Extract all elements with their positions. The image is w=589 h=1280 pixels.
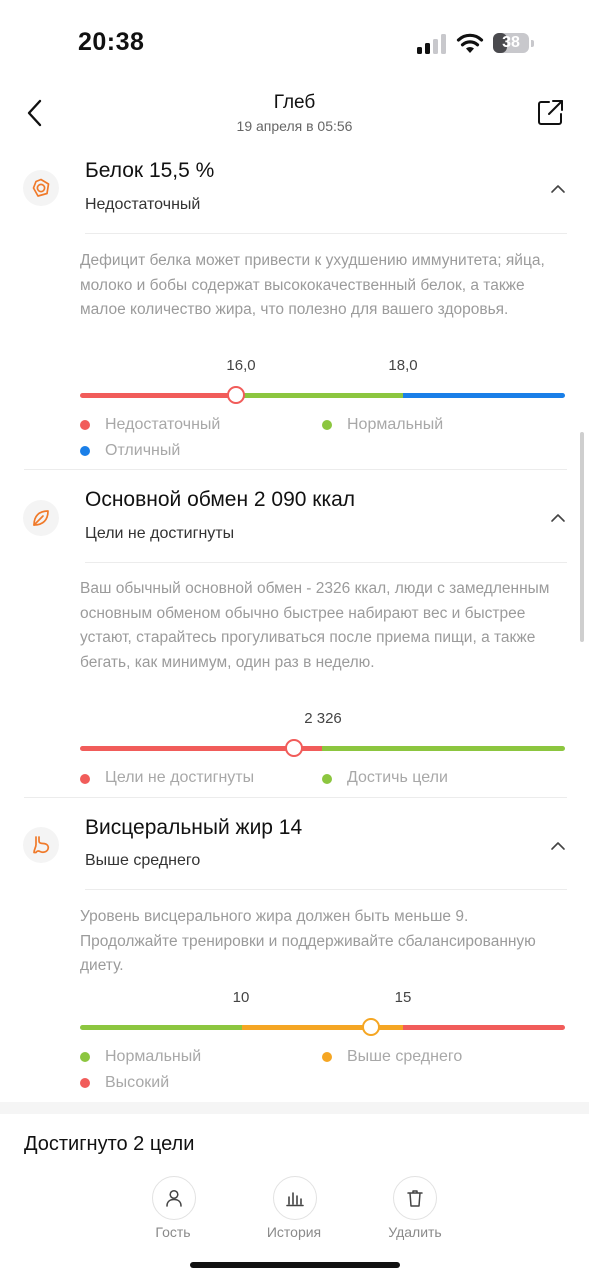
protein-icon xyxy=(23,170,59,206)
scrollbar[interactable] xyxy=(580,432,584,642)
delete-label[interactable]: Удалить xyxy=(365,1224,465,1240)
legend-dot xyxy=(322,420,332,430)
protein-value-marker xyxy=(227,386,245,404)
section-separator xyxy=(0,1102,589,1114)
legend-label: Отличный xyxy=(105,442,181,459)
leaf-icon xyxy=(23,500,59,536)
legend-label: Нормальный xyxy=(347,416,444,433)
bmr-tick-1: 2 326 xyxy=(304,710,342,727)
visceral-fat-value-marker xyxy=(362,1018,380,1036)
share-icon[interactable] xyxy=(537,99,564,126)
visceral-fat-title: Висцеральный жир 14 xyxy=(85,816,303,839)
legend-label: Цели не достигнуты xyxy=(105,769,255,786)
cellular-signal-icon xyxy=(417,34,446,54)
page-subtitle: 19 апреля в 05:56 xyxy=(236,118,353,134)
legend-dot xyxy=(80,774,90,784)
protein-status: Недостаточный xyxy=(85,196,201,213)
achieved-goals-heading: Достигнуто 2 цели xyxy=(24,1133,195,1155)
stomach-icon xyxy=(23,827,59,863)
history-button[interactable] xyxy=(273,1176,317,1220)
visceral-fat-status: Выше среднего xyxy=(85,852,201,869)
chart-icon xyxy=(286,1192,304,1207)
chevron-up-icon[interactable] xyxy=(550,513,566,523)
legend-label: Нормальный xyxy=(105,1048,202,1065)
bmr-value-marker xyxy=(285,739,303,757)
battery-icon: 38 xyxy=(493,33,535,53)
guest-button[interactable] xyxy=(152,1176,196,1220)
guest-label[interactable]: Гость xyxy=(123,1224,223,1240)
legend-label: Выше среднего xyxy=(347,1048,463,1065)
legend-label: Достичь цели xyxy=(347,769,448,786)
bmr-status: Цели не достигнуты xyxy=(85,525,235,542)
trash-icon xyxy=(407,1190,423,1207)
legend-label: Недостаточный xyxy=(105,416,221,433)
legend-label: Высокий xyxy=(105,1074,170,1091)
wifi-icon xyxy=(456,33,484,53)
page-title: Глеб xyxy=(273,92,316,113)
visceral-fat-range-bar xyxy=(80,1025,565,1030)
bmr-title: Основной обмен 2 090 ккал xyxy=(85,488,356,511)
battery-level: 38 xyxy=(502,34,520,51)
protein-title: Белок 15,5 % xyxy=(85,159,215,182)
protein-tick-1: 16,0 xyxy=(226,357,256,374)
protein-range-bar xyxy=(80,393,565,398)
visceral-fat-description: Уровень висцерального жира должен быть м… xyxy=(80,908,536,974)
visceral-fat-tick-1: 10 xyxy=(232,989,250,1006)
user-icon xyxy=(166,1189,182,1207)
bmr-description: Ваш обычный основной обмен - 2326 ккал, … xyxy=(80,580,550,671)
history-label[interactable]: История xyxy=(244,1224,344,1240)
legend-dot xyxy=(322,1052,332,1062)
legend-dot xyxy=(322,774,332,784)
status-time: 20:38 xyxy=(78,28,145,56)
legend-dot xyxy=(80,446,90,456)
visceral-fat-tick-2: 15 xyxy=(394,989,412,1006)
protein-description: Дефицит белка может привести к ухудшению… xyxy=(80,252,545,318)
protein-tick-2: 18,0 xyxy=(388,357,418,374)
delete-button[interactable] xyxy=(393,1176,437,1220)
legend-dot xyxy=(80,1052,90,1062)
bmr-range-bar xyxy=(80,746,565,751)
chevron-up-icon[interactable] xyxy=(550,841,566,851)
legend-dot xyxy=(80,420,90,430)
home-indicator[interactable] xyxy=(190,1262,400,1268)
legend-dot xyxy=(80,1078,90,1088)
chevron-up-icon[interactable] xyxy=(550,184,566,194)
